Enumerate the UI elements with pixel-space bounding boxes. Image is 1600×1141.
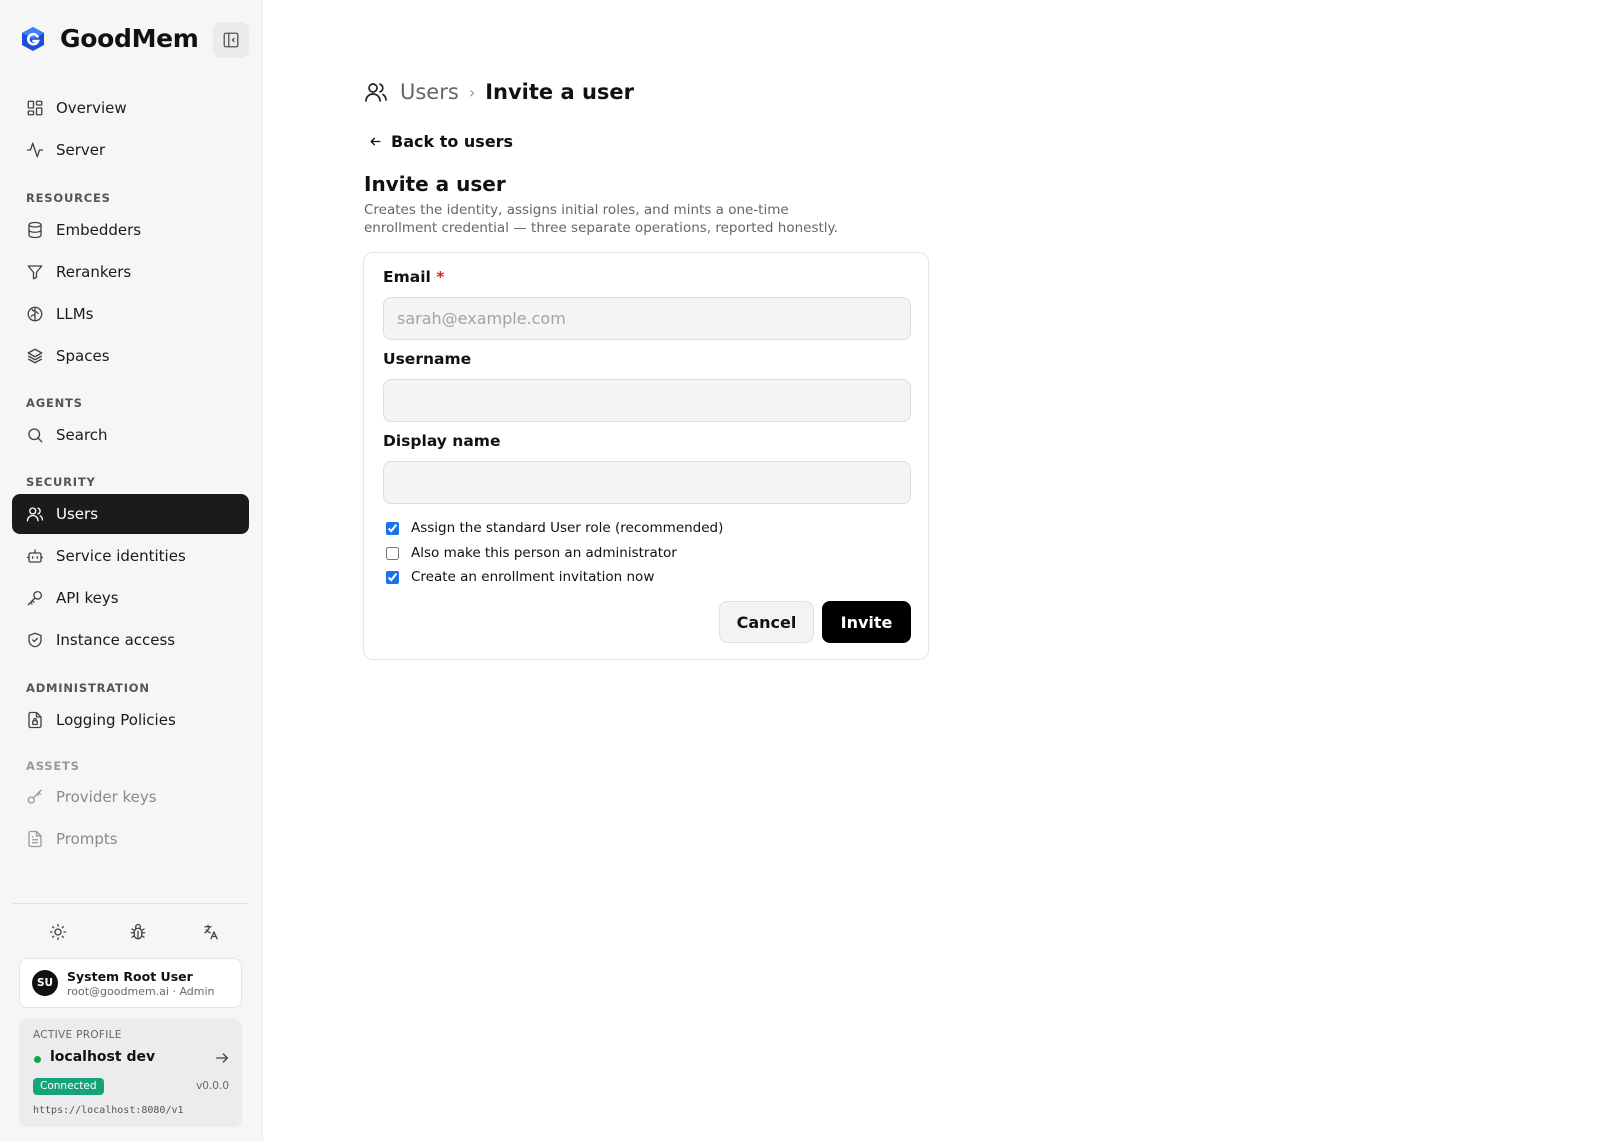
sidebar-item-label: Logging Policies	[56, 711, 176, 729]
sidebar-item-llms[interactable]: LLMs	[12, 294, 249, 334]
sidebar: GoodMem Overview Server RESOURCES Embedd…	[0, 0, 263, 1141]
language-icon[interactable]	[200, 921, 222, 943]
user-card[interactable]: SU System Root User root@goodmem.ai · Ad…	[19, 958, 242, 1008]
display-name-label: Display name	[383, 432, 501, 450]
section-label-resources: RESOURCES	[26, 191, 111, 205]
sidebar-item-api-keys[interactable]: API keys	[12, 578, 249, 618]
checkbox-label: Assign the standard User role (recommend…	[411, 520, 724, 536]
sidebar-item-label: LLMs	[56, 305, 94, 323]
app-name: GoodMem	[60, 24, 199, 53]
page-description: Creates the identity, assigns initial ro…	[364, 202, 838, 236]
active-profile-card[interactable]: ACTIVE PROFILE localhost dev Connected v…	[19, 1019, 242, 1127]
shield-icon	[26, 631, 44, 649]
avatar: SU	[32, 970, 58, 996]
sidebar-item-overview[interactable]: Overview	[12, 88, 249, 128]
activity-icon	[26, 141, 44, 159]
bot-icon	[26, 547, 44, 565]
sidebar-item-label: Overview	[56, 99, 127, 117]
username-field[interactable]	[383, 379, 911, 422]
filter-icon	[26, 263, 44, 281]
database-icon	[26, 221, 44, 239]
assign-user-role-checkbox-row[interactable]: Assign the standard User role (recommend…	[386, 520, 723, 536]
brand[interactable]: GoodMem	[20, 24, 199, 53]
username-label: Username	[383, 350, 472, 368]
sidebar-item-label: Instance access	[56, 631, 176, 649]
checkbox-label: Also make this person an administrator	[411, 545, 677, 561]
profile-name: localhost dev	[50, 1049, 156, 1065]
invite-button[interactable]: Invite	[822, 601, 911, 643]
required-marker: *	[436, 268, 445, 286]
sidebar-item-users[interactable]: Users	[12, 494, 249, 534]
cancel-button[interactable]: Cancel	[719, 601, 814, 643]
sidebar-item-search[interactable]: Search	[12, 415, 249, 455]
sun-icon[interactable]	[47, 921, 69, 943]
sidebar-item-label: Provider keys	[56, 788, 157, 806]
assign-user-role-checkbox[interactable]	[386, 521, 399, 535]
goodmem-logo-icon	[22, 26, 44, 51]
checkbox-label: Create an enrollment invitation now	[411, 569, 655, 585]
panel-left-icon	[223, 32, 239, 48]
sidebar-item-label: Users	[56, 505, 99, 523]
back-link-label: Back to users	[391, 132, 514, 151]
status-badge: Connected	[33, 1078, 104, 1095]
arrow-left-icon	[370, 137, 381, 146]
sidebar-item-label: Service identities	[56, 547, 186, 565]
sidebar-item-logging-policies[interactable]: Logging Policies	[12, 700, 249, 740]
user-subtitle: root@goodmem.ai · Admin	[67, 984, 215, 998]
sidebar-divider	[12, 903, 249, 904]
user-name: System Root User	[67, 968, 193, 984]
sidebar-item-spaces[interactable]: Spaces	[12, 336, 249, 376]
sidebar-item-rerankers[interactable]: Rerankers	[12, 252, 249, 292]
sidebar-item-label: Embedders	[56, 221, 142, 239]
layers-icon	[26, 347, 44, 365]
profile-url: https://localhost:8080/v1	[33, 1105, 184, 1116]
key-round-icon	[26, 788, 44, 806]
users-icon	[26, 505, 44, 523]
section-label-agents: AGENTS	[26, 396, 83, 410]
sidebar-item-prompts[interactable]: Prompts	[12, 819, 249, 859]
breadcrumb-separator: ›	[468, 82, 476, 102]
sidebar-item-label: API keys	[56, 589, 119, 607]
file-lock-icon	[26, 711, 44, 729]
sidebar-item-server[interactable]: Server	[12, 130, 249, 170]
sidebar-item-label: Search	[56, 426, 108, 444]
sidebar-item-label: Server	[56, 141, 106, 159]
sidebar-item-provider-keys[interactable]: Provider keys	[12, 777, 249, 817]
arrow-right-icon[interactable]	[214, 1050, 230, 1066]
make-admin-checkbox[interactable]	[386, 546, 399, 560]
sidebar-item-label: Spaces	[56, 347, 110, 365]
collapse-sidebar-button[interactable]	[213, 22, 249, 58]
sidebar-item-instance-access[interactable]: Instance access	[12, 620, 249, 660]
status-dot	[34, 1056, 41, 1063]
search-icon	[26, 426, 44, 444]
sidebar-item-label: Prompts	[56, 830, 118, 848]
make-admin-checkbox-row[interactable]: Also make this person an administrator	[386, 545, 677, 561]
page-title: Invite a user	[364, 172, 506, 196]
profile-label: ACTIVE PROFILE	[33, 1029, 122, 1041]
section-label-security: SECURITY	[26, 475, 96, 489]
email-label: Email *	[383, 268, 445, 286]
section-label-administration: ADMINISTRATION	[26, 681, 150, 695]
sidebar-item-embedders[interactable]: Embedders	[12, 210, 249, 250]
create-invitation-checkbox[interactable]	[386, 570, 399, 584]
invite-user-form: Email * Username Display name Assign the…	[363, 252, 929, 660]
grid-icon	[26, 99, 44, 117]
bug-icon[interactable]	[127, 921, 149, 943]
file-text-icon	[26, 830, 44, 848]
breadcrumb-users-link[interactable]: Users	[400, 80, 459, 104]
key-icon	[26, 589, 44, 607]
display-name-field[interactable]	[383, 461, 911, 504]
breadcrumb: Users › Invite a user	[364, 80, 634, 104]
sidebar-item-service-identities[interactable]: Service identities	[12, 536, 249, 576]
create-invitation-checkbox-row[interactable]: Create an enrollment invitation now	[386, 569, 654, 585]
users-icon	[365, 83, 387, 102]
brain-icon	[26, 305, 44, 323]
breadcrumb-current: Invite a user	[485, 80, 634, 104]
section-label-assets: ASSETS	[26, 759, 80, 773]
back-to-users-link[interactable]: Back to users	[369, 132, 513, 151]
email-field[interactable]	[383, 297, 911, 340]
sidebar-item-label: Rerankers	[56, 263, 132, 281]
profile-version: v0.0.0	[196, 1080, 229, 1092]
